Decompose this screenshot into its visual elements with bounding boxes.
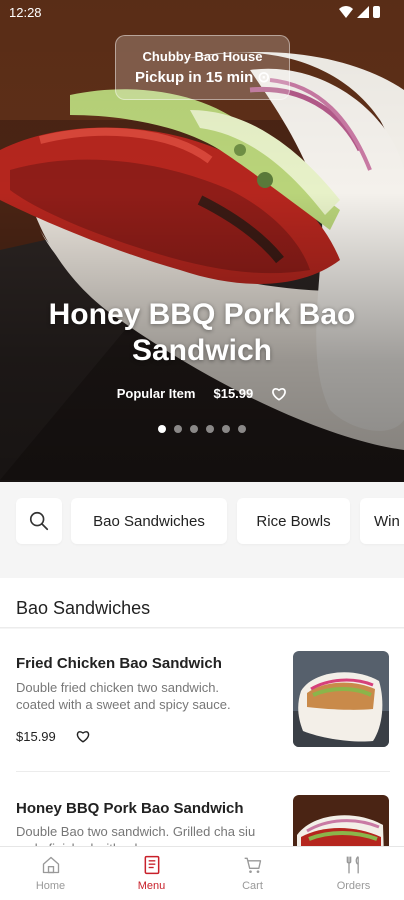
category-chip-bar: Bao Sandwiches Rice Bowls Win xyxy=(0,482,404,560)
menu-item-name: Honey BBQ Pork Bao Sandwich xyxy=(16,800,244,817)
menu-item-name: Fried Chicken Bao Sandwich xyxy=(16,655,222,672)
store-pickup-pill[interactable]: Chubby Bao House Pickup in 15 min ⊙ xyxy=(115,35,290,100)
hero-banner[interactable]: 12:28 Chubby Bao House Pickup in 15 min … xyxy=(0,0,404,482)
menu-item-image xyxy=(293,651,389,747)
search-button[interactable] xyxy=(16,498,62,544)
status-icons xyxy=(339,6,380,18)
status-time: 12:28 xyxy=(9,5,42,20)
utensils-icon xyxy=(346,856,359,874)
store-name: Chubby Bao House xyxy=(142,49,263,64)
status-bar: 12:28 xyxy=(0,0,404,26)
cart-icon xyxy=(244,857,261,873)
favorite-heart-icon[interactable] xyxy=(76,730,90,743)
carousel-dots xyxy=(0,425,404,433)
section-header: Bao Sandwiches xyxy=(0,578,404,628)
carousel-dot[interactable] xyxy=(222,425,230,433)
pickup-time: Pickup in 15 min ⊙ xyxy=(134,69,271,86)
home-icon xyxy=(42,856,59,874)
hero-price: $15.99 xyxy=(213,386,254,401)
menu-item-image xyxy=(293,795,389,849)
nav-cart[interactable]: Cart xyxy=(202,847,303,900)
menu-item[interactable]: Honey BBQ Pork Bao Sandwich Double Bao t… xyxy=(0,772,404,849)
nav-label: Home xyxy=(35,880,66,892)
carousel-dot[interactable] xyxy=(238,425,246,433)
nav-orders[interactable]: Orders xyxy=(303,847,404,900)
menu-item-price: $15.99 xyxy=(16,729,56,744)
signal-icon xyxy=(357,6,369,18)
carousel-dot[interactable] xyxy=(174,425,182,433)
search-icon xyxy=(29,511,49,531)
category-chip-bao-sandwiches[interactable]: Bao Sandwiches xyxy=(71,498,227,544)
wifi-icon xyxy=(339,6,353,18)
hero-meta: Popular Item $15.99 xyxy=(0,386,404,401)
menu-item[interactable]: Fried Chicken Bao Sandwich Double fried … xyxy=(0,629,404,771)
nav-label: Orders xyxy=(336,880,371,892)
popular-badge: Popular Item xyxy=(116,386,196,401)
carousel-dot[interactable] xyxy=(158,425,166,433)
category-chip-rice-bowls[interactable]: Rice Bowls xyxy=(237,498,350,544)
category-chip-wings[interactable]: Win xyxy=(360,498,404,544)
nav-label: Menu xyxy=(137,880,166,892)
nav-label: Cart xyxy=(242,880,263,892)
favorite-heart-icon[interactable] xyxy=(271,387,287,401)
bottom-navigation: Home Menu Cart Orders xyxy=(0,846,404,900)
menu-book-icon xyxy=(144,855,159,875)
menu-list: Fried Chicken Bao Sandwich Double fried … xyxy=(0,629,404,849)
nav-menu[interactable]: Menu xyxy=(101,847,202,900)
battery-icon xyxy=(373,6,380,18)
carousel-dot[interactable] xyxy=(206,425,214,433)
hero-title: Honey BBQ Pork Bao Sandwich xyxy=(48,298,356,367)
carousel-dot[interactable] xyxy=(190,425,198,433)
nav-home[interactable]: Home xyxy=(0,847,101,900)
section-title: Bao Sandwiches xyxy=(16,598,151,618)
menu-item-description: Double fried chicken two sandwich. coate… xyxy=(16,680,231,712)
